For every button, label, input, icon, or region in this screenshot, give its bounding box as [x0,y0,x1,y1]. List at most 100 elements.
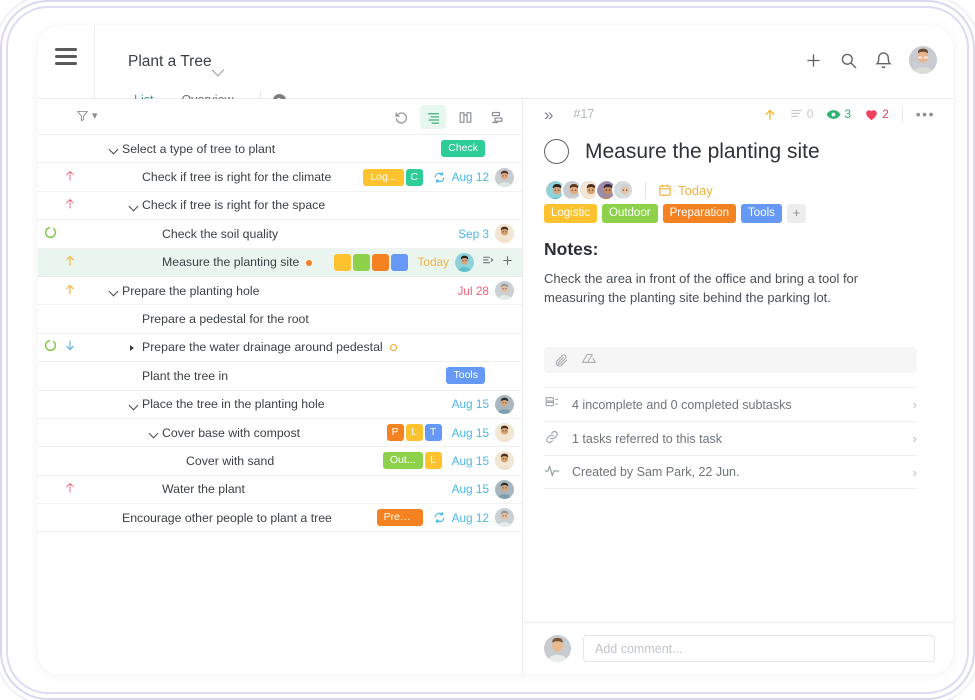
table-row[interactable]: Prepare a pedestal for the root [38,305,522,333]
task-title[interactable]: Check if tree is right for the climate [142,170,331,184]
assignee-avatar[interactable] [612,179,634,201]
assignee-avatar[interactable] [495,423,514,442]
due-date-cell[interactable]: Aug 15 [452,454,489,468]
arrow-up-icon[interactable] [763,107,777,122]
task-title[interactable]: Cover with sand [186,454,274,468]
task-title[interactable]: Measure the planting site [162,255,312,269]
due-date-cell[interactable]: Aug 15 [452,426,489,440]
table-row[interactable]: Prepare the water drainage around pedest… [38,334,522,362]
tag[interactable]: Outdoor [602,204,658,223]
list-item[interactable]: 4 incomplete and 0 completed subtasks› [544,387,917,421]
filter-icon[interactable]: ▾ [76,109,98,122]
progress-ring-icon[interactable] [44,339,57,355]
table-row[interactable]: Check if tree is right for the space [38,192,522,220]
table-row[interactable]: Cover base with compostPLTAug 15 [38,419,522,447]
task-title[interactable]: Prepare the water drainage around pedest… [142,340,397,354]
more-options-icon[interactable]: ••• [916,106,935,122]
priority-arrow-icon[interactable] [64,169,76,186]
complete-task-checkbox[interactable] [544,139,569,164]
tag-chip[interactable]: Tools [446,367,485,384]
due-date-cell[interactable]: Aug 15 [452,397,489,411]
assignee-avatar[interactable] [495,281,514,300]
assignee-avatar[interactable] [495,480,514,499]
assignee-avatar[interactable] [495,451,514,470]
table-row[interactable]: Place the tree in the planting hole Aug 1… [38,391,522,419]
table-row[interactable]: Prepare the planting hole Jul 28 [38,277,522,305]
tag[interactable]: Logistic [544,204,597,223]
table-row[interactable]: Measure the planting siteToday [38,249,522,277]
assignee-avatar[interactable] [495,168,514,187]
tag-chip[interactable] [353,254,370,271]
tag-chip[interactable] [391,254,408,271]
list-item[interactable]: Created by Sam Park, 22 Jun.› [544,455,917,489]
plus-icon[interactable] [501,254,514,270]
collapse-twisty-icon[interactable] [149,428,159,438]
table-row[interactable]: Plant the tree in Tools [38,362,522,390]
history-button[interactable] [388,105,414,129]
task-title[interactable]: Plant the tree in [142,369,228,383]
collapse-twisty-icon[interactable] [109,287,119,297]
priority-arrow-icon[interactable] [64,339,76,356]
tag-chip[interactable]: Prepa... [377,509,423,526]
collapse-twisty-icon[interactable] [129,201,139,211]
views-count[interactable]: 3 [826,107,851,122]
tag-chip[interactable] [334,254,351,271]
table-row[interactable]: Check the soil quality Sep 3 [38,220,522,248]
tag-chip[interactable]: L [425,452,442,469]
table-row[interactable]: Select a type of tree to plant Check [38,135,522,163]
expand-twisty-icon[interactable] [130,345,134,351]
collapse-twisty-icon[interactable] [109,145,119,155]
due-date-cell[interactable]: Sep 3 [458,227,489,241]
due-date-cell[interactable]: Aug 12 [452,511,489,525]
task-title[interactable]: Encourage other people to plant a tree [122,511,332,525]
assignee-avatar[interactable] [495,395,514,414]
attach-drive-icon[interactable] [581,352,597,368]
table-row[interactable]: Water the plant Aug 15 [38,476,522,504]
board-button[interactable] [452,105,478,129]
due-date[interactable]: Today [658,183,713,198]
bell-icon[interactable] [874,51,893,70]
table-row[interactable]: Encourage other people to plant a tree Pr… [38,504,522,532]
assignee-avatar[interactable] [495,224,514,243]
sort-button[interactable] [484,105,510,129]
add-tag-button[interactable]: + [787,204,806,223]
task-title[interactable]: Check the soil quality [162,227,278,241]
priority-arrow-icon[interactable] [64,282,76,299]
menu-icon[interactable] [55,48,77,65]
task-title[interactable]: Place the tree in the planting hole [142,397,325,411]
assignee-avatar[interactable] [455,253,474,272]
tag-chip[interactable]: T [425,424,442,441]
notes-body[interactable]: Check the area in front of the office an… [544,269,913,307]
comment-input[interactable] [583,635,935,662]
task-title[interactable]: Prepare a pedestal for the root [142,312,309,326]
tag-chip[interactable]: L [406,424,423,441]
task-title[interactable]: Prepare the planting hole [122,284,259,298]
double-chevron-right-icon[interactable]: » [544,106,553,123]
due-date-cell[interactable]: Aug 12 [452,170,489,184]
plus-icon[interactable] [804,51,823,70]
progress-ring-icon[interactable] [44,226,57,242]
tag[interactable]: Preparation [663,204,736,223]
group-button[interactable] [420,105,446,129]
tag-chip[interactable] [372,254,389,271]
user-avatar[interactable] [909,46,937,74]
due-date-cell[interactable]: Jul 28 [458,284,489,298]
tag-chip[interactable]: Check [441,140,485,157]
chevron-down-icon[interactable] [212,64,225,77]
tag-chip[interactable]: Log... [363,169,403,186]
assignee-avatar[interactable] [495,508,514,527]
table-row[interactable]: Cover with sandOut...LAug 15 [38,447,522,475]
table-row[interactable]: Check if tree is right for the climate Lo… [38,163,522,191]
list-item[interactable]: 1 tasks referred to this task› [544,421,917,455]
task-title[interactable]: Cover base with compost [162,426,300,440]
task-title[interactable]: Water the plant [162,482,245,496]
due-date-cell[interactable]: Aug 15 [452,482,489,496]
subtask-icon[interactable] [482,254,495,270]
task-title[interactable]: Select a type of tree to plant [122,142,275,156]
subtasks-count[interactable]: 0 [790,107,814,121]
collapse-twisty-icon[interactable] [129,400,139,410]
priority-arrow-icon[interactable] [64,254,76,271]
search-icon[interactable] [839,51,858,70]
priority-arrow-icon[interactable] [64,197,76,214]
tag-chip[interactable]: C [406,169,423,186]
